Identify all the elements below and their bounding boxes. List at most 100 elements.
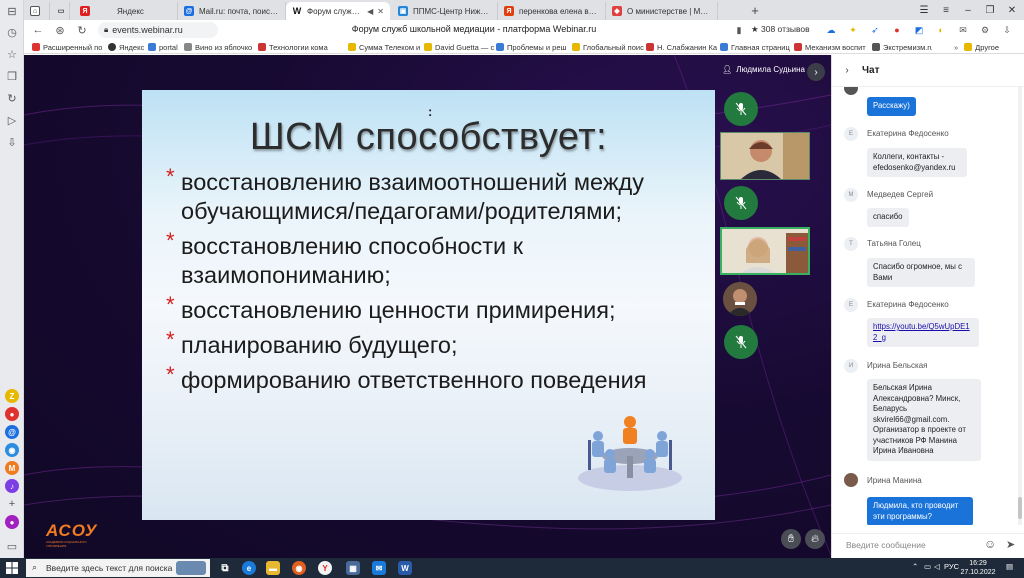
notifications-icon[interactable]: ▤ [1006,562,1013,571]
bookmark-7[interactable]: Проблемы и реш [496,41,572,53]
menu-icon[interactable]: ≡ [934,0,958,20]
bookmark-1[interactable]: Яндекс [108,41,148,53]
bookmark-0[interactable]: Расширенный по [32,41,102,53]
bookmark-6[interactable]: David Guetta — c [424,41,494,53]
bookmark-3[interactable]: Вино из яблочко [184,41,256,53]
extension-pin-icon[interactable]: ● [890,23,904,37]
participant-muted-mic[interactable] [724,92,758,126]
meeting-table-illustration [578,416,682,491]
chat-messages: Расскажу) Е Екатерина Федосенко Коллеги,… [832,87,1018,525]
reviews-badge[interactable]: ★ 308 отзывов [751,24,810,35]
bookmark-10[interactable]: Главная страниц [720,41,794,53]
extension-lamp-icon[interactable]: ◐ [934,23,948,37]
bookmark-4[interactable]: Технологии кома [258,41,346,53]
emoji-icon[interactable]: ☺ [984,537,996,551]
bookmarks-panel-icon[interactable]: ☰ [912,0,936,20]
expand-participants-button[interactable]: › [807,63,825,81]
bookmark-8[interactable]: Глобальный поис [572,41,648,53]
refresh-icon[interactable]: ↻ [74,22,90,38]
tab-search-perenkova[interactable]: Я перенкова елена виктор [498,2,606,20]
close-tab-icon[interactable]: ✕ [377,7,384,16]
calculator-icon[interactable]: ▦ [346,561,360,575]
app-alice-icon[interactable]: ● [5,515,19,529]
tab-mailru[interactable]: @ Mail.ru: почта, поиск в ин [178,2,286,20]
app-messenger-icon[interactable]: ◉ [5,443,19,457]
firefox-icon[interactable]: ◉ [292,561,306,575]
tab-ppms-center[interactable]: ▣ ППМС-Центр Нижегород [392,2,498,20]
windows-start-icon[interactable] [6,562,18,574]
downloads-icon[interactable]: ⇩ [4,134,20,150]
word-icon[interactable]: W [398,561,412,575]
mail-app-icon[interactable]: ✉ [372,561,386,575]
file-explorer-icon[interactable]: ▬ [266,561,280,575]
tray-lang[interactable]: РУС [944,562,959,571]
bookmark-9[interactable]: Н. Слабжанин Ка [646,41,720,53]
yandex-menu-icon[interactable]: ⊟ [4,3,20,19]
participant-video-tile-speaking[interactable] [720,227,810,275]
raise-hand-button[interactable]: ✋︎ [781,529,801,549]
bookmark-2[interactable]: portal [148,41,184,53]
tab-ministry[interactable]: ◆ О министерстве | Минис [606,2,718,20]
search-icon: ⌕ [32,562,38,572]
reactions-button[interactable]: 🔥︎ [805,529,825,549]
bookmark-page-icon[interactable]: ▮ [732,23,746,37]
mic-off-icon [735,102,747,116]
play-icon[interactable]: ▷ [4,112,20,128]
app-music-icon[interactable]: ♪ [5,479,19,493]
extension-star-icon[interactable]: ✦ [846,23,860,37]
tray-volume-icon[interactable]: ◁ [934,562,940,571]
app-zen-icon[interactable]: Z [5,389,19,403]
asterisk-icon: * [166,292,175,317]
chat-scrollbar[interactable] [1018,87,1022,525]
chat-collapse-icon[interactable]: › [832,65,862,76]
tab-devices[interactable]: ▭ [50,2,70,20]
edge-icon[interactable]: e [242,561,256,575]
avatar: Т [844,237,858,251]
bookmark-12[interactable]: Экстремизм.ru [872,41,932,53]
app-maps-icon[interactable]: ● [5,407,19,421]
url-field[interactable]: 🔒︎ events.webinar.ru [98,22,218,38]
tray-up-icon[interactable]: ⌃ [912,562,918,571]
bookmark-11[interactable]: Механизм воспит [794,41,872,53]
extension-mail-icon[interactable]: ✉ [956,23,970,37]
extension-map-icon[interactable]: ◩ [912,23,926,37]
restore-icon[interactable]: ❐ [978,0,1002,20]
slide-bullet: * формированию ответственного поведения [166,362,647,393]
tab-yandex[interactable]: Я Яндекс [74,2,178,20]
taskbar-weather-icon[interactable] [176,561,206,575]
taskbar-clock[interactable]: 16:29 27.10.2022 [960,559,996,577]
bookmark-5[interactable]: Сумма Телеком и [348,41,428,53]
app-mail-icon[interactable]: @ [5,425,19,439]
chat-input[interactable]: Введите сообщение ☺ ➤ [832,533,1024,555]
tab-webinar-forum[interactable]: W Форум служб школьн ◀ ✕ [286,2,390,20]
participant-avatar[interactable] [723,282,757,316]
yandex-protect-icon[interactable]: ⊛ [52,22,68,38]
collections-icon[interactable]: ❒ [4,68,20,84]
yandex-browser-icon[interactable]: Y [318,561,332,575]
bookmark-icon [496,43,504,51]
chat-link[interactable]: https://youtu.be/Q5wUpDE12_g [873,322,970,342]
sound-icon[interactable]: ◀ [367,7,373,16]
add-app-icon[interactable]: + [4,496,20,512]
tab-home[interactable]: ⌂ [24,2,50,20]
download-icon[interactable]: ⇩ [1000,23,1014,37]
send-icon[interactable]: ➤ [1006,538,1015,551]
extensions-icon[interactable]: ⚙ [978,23,992,37]
bookmark-star-icon[interactable]: ☆ [4,46,20,62]
participant-video-tile[interactable] [720,132,810,180]
task-view-icon[interactable]: ⧉ [218,561,232,575]
extension-weather-icon[interactable]: ☁ [824,23,838,37]
participant-muted-mic[interactable] [724,186,758,220]
extension-bird-icon[interactable]: ➶ [868,23,882,37]
sidebar-collapse-icon[interactable]: ▭ [4,538,20,554]
tray-battery-icon[interactable]: ▭ [924,562,931,571]
alarm-icon[interactable]: ◷ [4,24,20,40]
new-tab-button[interactable]: + [747,2,763,18]
bookmark-other[interactable]: » Другое [954,41,1014,53]
close-window-icon[interactable]: ✕ [1000,0,1024,20]
participant-muted-mic[interactable] [724,325,758,359]
app-market-icon[interactable]: M [5,461,19,475]
minimize-icon[interactable]: – [956,0,980,20]
back-icon[interactable]: ← [30,22,46,38]
history-icon[interactable]: ↻ [4,90,20,106]
